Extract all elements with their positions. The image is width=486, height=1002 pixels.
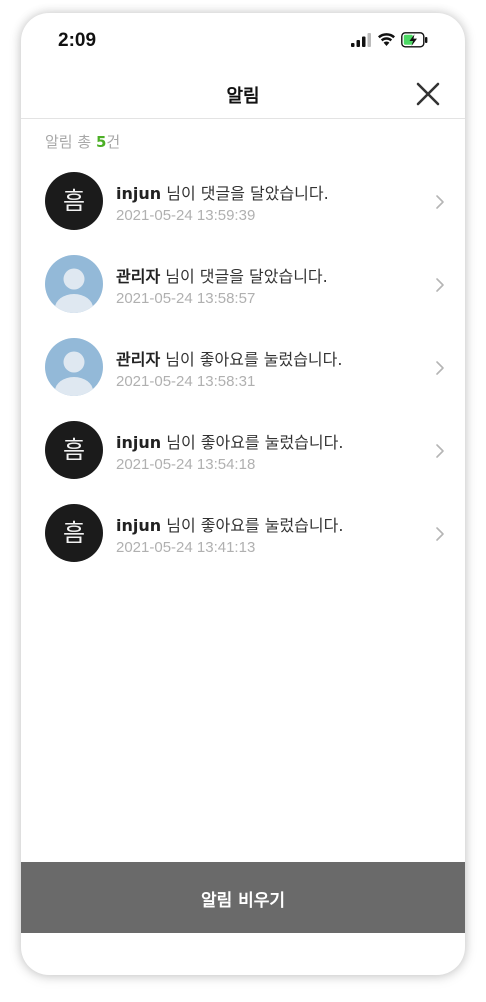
wifi-icon xyxy=(378,33,395,46)
status-time: 2:09 xyxy=(58,30,97,51)
app-header: 알림 xyxy=(21,69,465,119)
avatar: 흠 xyxy=(45,172,103,230)
avatar xyxy=(45,255,103,313)
notification-time: 2021-05-24 13:41:13 xyxy=(116,539,256,556)
notification-author: injun xyxy=(116,516,162,535)
notification-author: 관리자 xyxy=(116,350,161,369)
notification-author: 관리자 xyxy=(116,267,161,286)
notification-text: 관리자 님이 댓글을 달았습니다. xyxy=(116,263,328,287)
notification-author: injun xyxy=(116,184,162,203)
avatar: 흠 xyxy=(45,421,103,479)
default-profile-icon xyxy=(55,351,93,396)
chevron-right-icon xyxy=(436,278,444,292)
notification-item[interactable]: 관리자 님이 좋아요를 눌렀습니다. 2021-05-24 13:58:31 xyxy=(21,336,465,419)
notification-message: 님이 댓글을 달았습니다. xyxy=(160,267,328,286)
notification-count: 알림 총 5건 xyxy=(45,131,120,152)
notification-message: 님이 댓글을 달았습니다. xyxy=(161,184,329,203)
clear-notifications-button[interactable]: 알림 비우기 xyxy=(21,862,465,933)
count-prefix: 알림 총 xyxy=(45,133,96,151)
avatar: 흠 xyxy=(45,504,103,562)
notification-text: injun 님이 좋아요를 눌렀습니다. xyxy=(116,429,343,453)
close-icon xyxy=(416,82,440,106)
notification-item[interactable]: 흠 injun 님이 좋아요를 눌렀습니다. 2021-05-24 13:41:… xyxy=(21,502,465,585)
notification-message: 님이 좋아요를 눌렀습니다. xyxy=(161,433,344,452)
notification-time: 2021-05-24 13:58:31 xyxy=(116,373,256,390)
logo-glyph: 흠 xyxy=(62,187,86,215)
notification-time: 2021-05-24 13:58:57 xyxy=(116,290,256,307)
count-suffix: 건 xyxy=(106,133,121,151)
screen-frame: 2:09 알림 알림 총 5건 흠 injun 님이 댓글을 달았습니다. 20… xyxy=(0,0,486,1002)
clear-notifications-label: 알림 비우기 xyxy=(200,891,286,911)
notification-item[interactable]: 관리자 님이 댓글을 달았습니다. 2021-05-24 13:58:57 xyxy=(21,253,465,336)
chevron-right-icon xyxy=(436,361,444,375)
notification-time: 2021-05-24 13:59:39 xyxy=(116,207,256,224)
notification-text: injun 님이 좋아요를 눌렀습니다. xyxy=(116,512,343,536)
chevron-right-icon xyxy=(436,527,444,541)
avatar xyxy=(45,338,103,396)
status-bar: 2:09 xyxy=(21,13,465,69)
page-title: 알림 xyxy=(226,86,260,107)
notification-item[interactable]: 흠 injun 님이 댓글을 달았습니다. 2021-05-24 13:59:3… xyxy=(21,170,465,253)
notification-text: injun 님이 댓글을 달았습니다. xyxy=(116,180,329,204)
logo-glyph: 흠 xyxy=(62,436,86,464)
notification-message: 님이 좋아요를 눌렀습니다. xyxy=(161,516,344,535)
logo-glyph: 흠 xyxy=(62,519,86,547)
notification-author: injun xyxy=(116,433,162,452)
close-button[interactable] xyxy=(415,81,441,107)
notification-text: 관리자 님이 좋아요를 눌렀습니다. xyxy=(116,346,342,370)
count-number: 5 xyxy=(95,133,107,151)
phone-screen: 2:09 알림 알림 총 5건 흠 injun 님이 댓글을 달았습니다. 20… xyxy=(21,13,465,975)
battery-charging-icon xyxy=(401,32,428,48)
notification-item[interactable]: 흠 injun 님이 좋아요를 눌렀습니다. 2021-05-24 13:54:… xyxy=(21,419,465,502)
chevron-right-icon xyxy=(436,444,444,458)
default-profile-icon xyxy=(55,268,93,313)
chevron-right-icon xyxy=(436,195,444,209)
notification-list: 흠 injun 님이 댓글을 달았습니다. 2021-05-24 13:59:3… xyxy=(21,170,465,585)
notification-time: 2021-05-24 13:54:18 xyxy=(116,456,256,473)
signal-icon xyxy=(351,33,371,47)
notification-message: 님이 좋아요를 눌렀습니다. xyxy=(160,350,343,369)
